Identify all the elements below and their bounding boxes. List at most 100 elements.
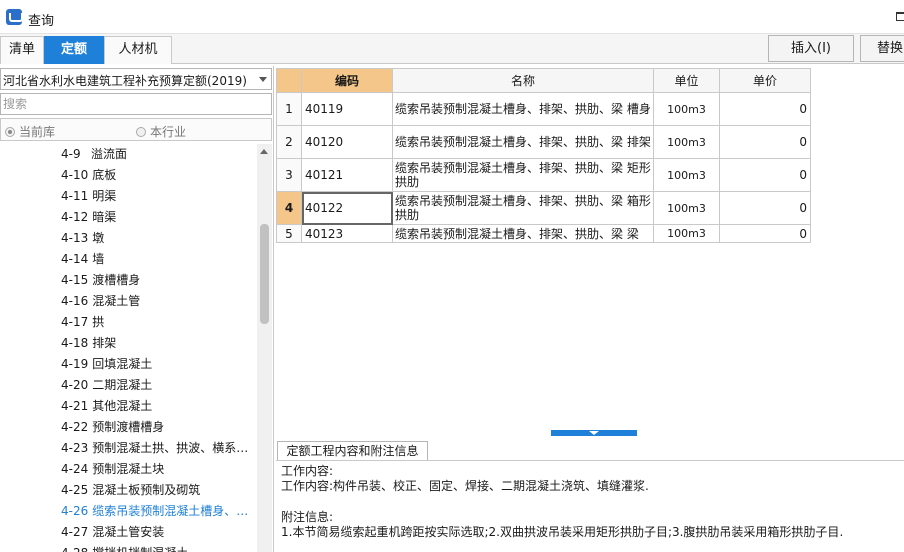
price-cell[interactable]: 0 [719, 191, 811, 225]
radio-current-library[interactable]: 当前库 [5, 123, 55, 140]
table-row[interactable]: 2 40120 缆索吊装预制混凝土槽身、排架、拱肋、梁 排架 100m3 0 [276, 125, 811, 159]
table-row[interactable]: 3 40121 缆索吊装预制混凝土槽身、排架、拱肋、梁 矩形拱肋 100m3 0 [276, 158, 811, 192]
chevron-down-icon[interactable] [259, 77, 267, 82]
tree-item[interactable]: 4-11 明渠 [61, 186, 253, 207]
unit-cell[interactable]: 100m3 [653, 158, 720, 192]
tree-item[interactable]: 4-16 混凝土管 [61, 291, 253, 312]
unit-cell[interactable]: 100m3 [653, 191, 720, 225]
row-number-cell[interactable]: 1 [276, 92, 302, 126]
row-number-cell[interactable]: 2 [276, 125, 302, 159]
tree-item[interactable]: 4-12 暗渠 [61, 207, 253, 228]
tree-item[interactable]: 4-14 墙 [61, 249, 253, 270]
code-cell[interactable]: 40121 [301, 158, 393, 192]
price-cell[interactable]: 0 [719, 158, 811, 192]
work-content-title: 工作内容: [281, 464, 334, 478]
tab-labor-material[interactable]: 人材机 [104, 36, 172, 64]
price-cell[interactable]: 0 [719, 224, 811, 243]
tree-item[interactable]: 4-19 回填混凝土 [61, 354, 253, 375]
tab-bill[interactable]: 清单 [0, 36, 44, 64]
tree-item[interactable]: 4-27 混凝土管安装 [61, 522, 253, 543]
tab-quota[interactable]: 定额 [44, 36, 104, 64]
tree-item-code: 4-9 [61, 147, 81, 161]
tree-item[interactable]: 4-26 缆索吊装预制混凝土槽身、… [61, 501, 253, 522]
scope-radio-group: 当前库 本行业 [0, 118, 272, 141]
tree-item-code: 4-20 [61, 378, 89, 392]
table-row[interactable]: 4 40122 缆索吊装预制混凝土槽身、排架、拱肋、梁 箱形拱肋 100m3 0 [276, 191, 811, 225]
tab-quota-info[interactable]: 定额工程内容和附注信息 [277, 441, 428, 461]
tree-item[interactable]: 4-20 二期混凝土 [61, 375, 253, 396]
tree-item-label: 混凝土管 [92, 294, 141, 308]
tree-item[interactable]: 4-15 渡槽槽身 [61, 270, 253, 291]
column-header-name[interactable]: 名称 [392, 68, 654, 93]
tree-item[interactable]: 4-25 混凝土板预制及砌筑 [61, 480, 253, 501]
tab-bar: 清单 定额 人材机 插入(I) 替换 [0, 34, 904, 64]
unit-cell[interactable]: 100m3 [653, 125, 720, 159]
search-input[interactable] [0, 93, 272, 115]
work-content-text: 工作内容:构件吊装、校正、固定、焊接、二期混凝土浇筑、填缝灌浆. [281, 479, 649, 493]
tree-item-code: 4-26 [61, 504, 89, 518]
name-cell[interactable]: 缆索吊装预制混凝土槽身、排架、拱肋、梁 槽身 [392, 92, 654, 126]
tree-item-code: 4-13 [61, 231, 89, 245]
price-cell[interactable]: 0 [719, 125, 811, 159]
table-row[interactable]: 1 40119 缆索吊装预制混凝土槽身、排架、拱肋、梁 槽身 100m3 0 [276, 92, 811, 126]
quota-info-panel: 工作内容: 工作内容:构件吊装、校正、固定、焊接、二期混凝土浇筑、填缝灌浆. 附… [276, 460, 904, 552]
app-logo-icon [6, 9, 23, 25]
tree-item[interactable]: 4-24 预制混凝土块 [61, 459, 253, 480]
tree-item[interactable]: 4-17 拱 [61, 312, 253, 333]
window-title: 查询 [28, 14, 55, 29]
tree-item-label: 底板 [92, 168, 117, 182]
radio-industry-label: 本行业 [150, 125, 187, 139]
tree-item-label: 渡槽槽身 [92, 273, 141, 287]
replace-button[interactable]: 替换 [860, 35, 904, 62]
library-select[interactable]: 河北省水利水电建筑工程补充预算定额(2019) [0, 68, 272, 90]
tree-item-code: 4-10 [61, 168, 89, 182]
tree-item[interactable]: 4-22 预制渡槽槽身 [61, 417, 253, 438]
tree-item-label: 其他混凝土 [92, 399, 153, 413]
tree-item[interactable]: 4-13 墩 [61, 228, 253, 249]
name-cell[interactable]: 缆索吊装预制混凝土槽身、排架、拱肋、梁 梁 [392, 224, 654, 243]
radio-industry[interactable]: 本行业 [136, 123, 186, 140]
tree-item[interactable]: 4-10 底板 [61, 165, 253, 186]
price-cell[interactable]: 0 [719, 92, 811, 126]
scroll-up-icon[interactable] [260, 149, 268, 154]
tree-item-code: 4-16 [61, 294, 89, 308]
tree-item-label: 暗渠 [92, 210, 117, 224]
library-select-value: 河北省水利水电建筑工程补充预算定额(2019) [3, 74, 247, 88]
quota-tree: 4-9 溢流面 4-10 底板 4-11 明渠 4-12 暗渠 4-13 墩 4-14 墙 4-15 渡槽… [0, 144, 256, 552]
tree-item[interactable]: 4-21 其他混凝土 [61, 396, 253, 417]
tree-item[interactable]: 4-18 排架 [61, 333, 253, 354]
name-cell[interactable]: 缆索吊装预制混凝土槽身、排架、拱肋、梁 排架 [392, 125, 654, 159]
row-number-cell[interactable]: 5 [276, 224, 302, 243]
column-header-code[interactable]: 编码 [301, 68, 393, 93]
insert-button[interactable]: 插入(I) [768, 35, 854, 62]
table-row[interactable]: 5 40123 缆索吊装预制混凝土槽身、排架、拱肋、梁 梁 100m3 0 [276, 224, 811, 243]
name-cell[interactable]: 缆索吊装预制混凝土槽身、排架、拱肋、梁 箱形拱肋 [392, 191, 654, 225]
maximize-icon[interactable] [896, 12, 904, 21]
tree-item[interactable]: 4-23 预制混凝土拱、拱波、横系… [61, 438, 253, 459]
tree-scrollbar[interactable] [257, 144, 272, 552]
row-number-cell[interactable]: 3 [276, 158, 302, 192]
code-cell[interactable]: 40119 [301, 92, 393, 126]
grid-corner[interactable] [276, 68, 302, 93]
title-bar: 查询 [0, 0, 904, 34]
unit-cell[interactable]: 100m3 [653, 224, 720, 243]
column-header-unit[interactable]: 单位 [653, 68, 720, 93]
scroll-thumb[interactable] [260, 224, 269, 324]
tree-item[interactable]: 4-9 溢流面 [61, 144, 253, 165]
name-cell[interactable]: 缆索吊装预制混凝土槽身、排架、拱肋、梁 矩形拱肋 [392, 158, 654, 192]
tree-item-code: 4-24 [61, 462, 89, 476]
note-text: 1.本节简易缆索起重机跨距按实际选取;2.双曲拱波吊装采用矩形拱肋子目;3.腹拱… [281, 525, 844, 539]
code-cell[interactable]: 40122 [301, 191, 393, 225]
column-header-price[interactable]: 单价 [719, 68, 811, 93]
tree-item-label: 墩 [92, 231, 105, 245]
code-cell[interactable]: 40123 [301, 224, 393, 243]
row-number-cell[interactable]: 4 [276, 191, 302, 225]
code-cell[interactable]: 40120 [301, 125, 393, 159]
tree-item-code: 4-17 [61, 315, 89, 329]
panel-splitter[interactable] [551, 430, 637, 436]
tree-item-label: 缆索吊装预制混凝土槽身、… [92, 504, 249, 518]
tree-item-code: 4-25 [61, 483, 89, 497]
radio-current-label: 当前库 [19, 125, 56, 139]
unit-cell[interactable]: 100m3 [653, 92, 720, 126]
tree-item[interactable]: 4-28 搅拌机拌制混凝土 [61, 543, 253, 552]
